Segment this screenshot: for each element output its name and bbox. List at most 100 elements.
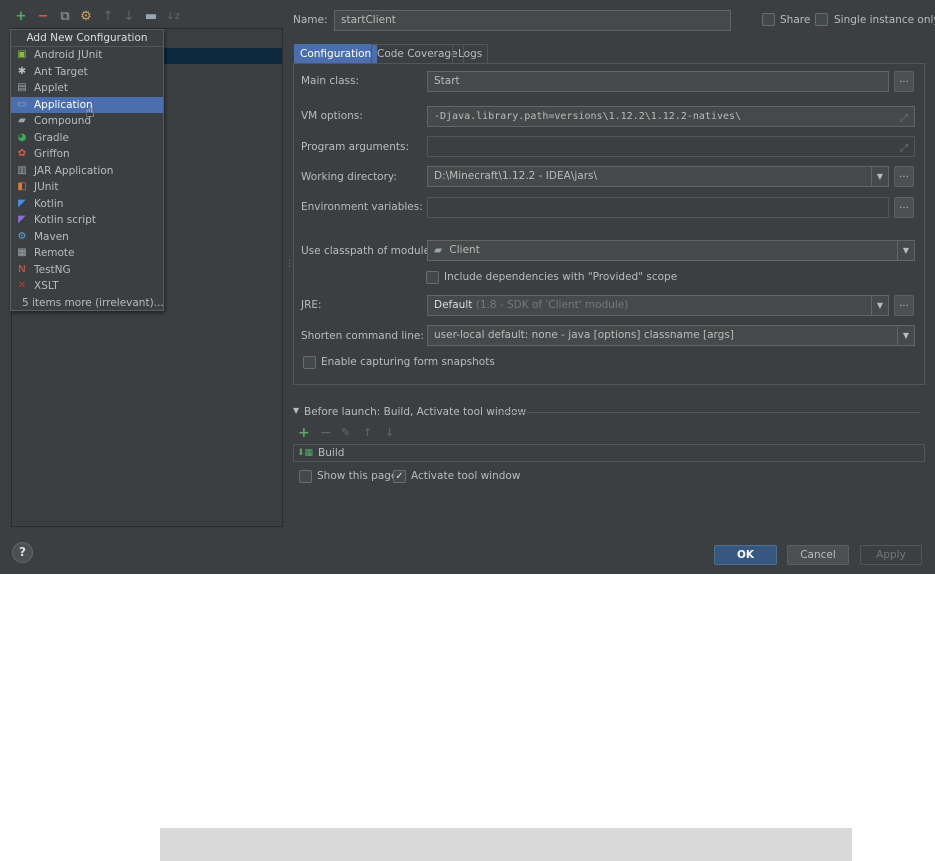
tree-selected-row[interactable] bbox=[163, 48, 282, 64]
activate-tool-window-checkbox[interactable]: ✓ bbox=[393, 470, 406, 483]
environment-variables-button[interactable]: ... bbox=[894, 197, 914, 218]
name-label: Name: bbox=[293, 14, 328, 26]
working-directory-label: Working directory: bbox=[301, 171, 397, 183]
shorten-command-line-combo[interactable]: user-local default: none - java [options… bbox=[427, 325, 915, 346]
move-down-icon[interactable]: ↓ bbox=[122, 10, 136, 24]
jre-value: Default bbox=[434, 299, 473, 311]
environment-variables-label: Environment variables: bbox=[301, 201, 423, 213]
share-label: Share bbox=[780, 14, 811, 26]
kotlin-icon: ◤ bbox=[18, 197, 26, 209]
vm-options-value: -Djava.library.path=versions\1.12.2\1.12… bbox=[434, 111, 742, 122]
griffon-icon: ✿ bbox=[17, 148, 27, 159]
activate-tool-window-label: Activate tool window bbox=[411, 470, 521, 482]
hand-cursor-icon: ☝ bbox=[85, 102, 95, 121]
popup-item[interactable]: ▤ Applet bbox=[11, 80, 163, 97]
popup-item[interactable]: ◤ Kotlin bbox=[11, 196, 163, 213]
popup-item[interactable]: 5 items more (irrelevant)... bbox=[11, 295, 164, 312]
ok-button[interactable]: OK bbox=[714, 545, 777, 565]
chevron-down-icon[interactable]: ▼ bbox=[871, 296, 888, 315]
apply-button[interactable]: Apply bbox=[860, 545, 922, 565]
list-item[interactable]: ⬇▦ Build bbox=[294, 445, 924, 461]
vm-options-field[interactable]: -Djava.library.path=versions\1.12.2\1.12… bbox=[427, 106, 915, 127]
application-icon: ▭ bbox=[17, 98, 27, 110]
chevron-down-icon[interactable]: ▼ bbox=[897, 241, 914, 260]
add-task-icon[interactable]: + bbox=[298, 425, 310, 441]
jre-label: JRE: bbox=[301, 299, 322, 311]
share-checkbox[interactable] bbox=[762, 13, 775, 26]
move-task-up-icon[interactable]: ↑ bbox=[363, 426, 372, 439]
expand-icon[interactable]: ⤢ bbox=[900, 109, 908, 126]
popup-item[interactable]: ▦ Remote bbox=[11, 245, 163, 262]
module-folder-icon: ▰ bbox=[434, 244, 443, 256]
copy-icon[interactable]: ⧉ bbox=[58, 10, 72, 24]
popup-item[interactable]: ⚙ Maven bbox=[11, 229, 163, 246]
tab-logs[interactable]: Logs bbox=[452, 44, 489, 63]
popup-item-label: TestNG bbox=[34, 263, 71, 276]
popup-item-label: Remote bbox=[34, 247, 75, 259]
popup-item[interactable]: ▥ JAR Application bbox=[11, 163, 163, 180]
main-class-field[interactable]: Start bbox=[427, 71, 889, 92]
before-launch-list: ⬇▦ Build bbox=[293, 444, 925, 462]
android-junit-icon: ▣ bbox=[17, 49, 27, 60]
show-page-label: Show this page bbox=[317, 470, 398, 482]
xslt-icon: ✕ bbox=[17, 280, 27, 291]
expand-icon[interactable]: ⤢ bbox=[900, 139, 908, 156]
bottom-gray-bar bbox=[160, 828, 852, 861]
edit-task-icon[interactable]: ✎ bbox=[341, 426, 350, 439]
help-icon[interactable]: ? bbox=[12, 542, 33, 563]
popup-item-label: Application bbox=[34, 98, 93, 111]
section-divider bbox=[500, 412, 920, 413]
add-icon[interactable]: + bbox=[14, 10, 28, 24]
working-directory-combo[interactable]: D:\Minecraft\1.12.2 - IDEA\jars\ ▼ bbox=[427, 166, 889, 187]
main-class-browse-button[interactable]: ... bbox=[894, 71, 914, 92]
popup-item[interactable]: ◕ Gradle bbox=[11, 130, 163, 147]
cancel-button[interactable]: Cancel bbox=[787, 545, 849, 565]
popup-item[interactable]: ◧ JUnit bbox=[11, 179, 163, 196]
testng-icon: N bbox=[18, 263, 26, 275]
jre-combo[interactable]: Default (1.8 - SDK of 'Client' module) ▼ bbox=[427, 295, 889, 316]
include-dependencies-checkbox[interactable] bbox=[426, 271, 439, 284]
single-instance-checkbox[interactable] bbox=[815, 13, 828, 26]
move-task-down-icon[interactable]: ↓ bbox=[385, 426, 394, 439]
popup-item[interactable]: ◤ Kotlin script bbox=[11, 212, 163, 229]
remove-task-icon[interactable]: − bbox=[320, 425, 332, 441]
jre-browse-button[interactable]: ... bbox=[894, 295, 914, 316]
program-arguments-label: Program arguments: bbox=[301, 141, 409, 153]
popup-item-label: Ant Target bbox=[34, 65, 88, 78]
main-class-label: Main class: bbox=[301, 75, 360, 87]
chevron-down-icon[interactable]: ▼ bbox=[871, 167, 888, 186]
settings-icon[interactable]: ⚙ bbox=[79, 10, 93, 24]
before-launch-title: Before launch: Build, Activate tool wind… bbox=[304, 406, 527, 418]
remove-icon[interactable]: − bbox=[36, 10, 50, 24]
working-directory-browse-button[interactable]: ... bbox=[894, 166, 914, 187]
collapse-triangle-icon[interactable]: ▼ bbox=[293, 406, 299, 415]
popup-item-label: JAR Application bbox=[34, 164, 114, 177]
sort-icon[interactable]: ↓z bbox=[166, 10, 180, 24]
popup-item[interactable]: ▣ Android JUnit bbox=[11, 47, 163, 64]
popup-item-label: 5 items more (irrelevant)... bbox=[22, 296, 164, 309]
classpath-combo[interactable]: ▰ Client ▼ bbox=[427, 240, 915, 261]
folder-icon[interactable]: ▬ bbox=[144, 10, 158, 24]
popup-item[interactable]: ✱ Ant Target bbox=[11, 64, 163, 81]
vm-options-label: VM options: bbox=[301, 110, 363, 122]
tab-configuration[interactable]: Configuration bbox=[294, 44, 378, 63]
show-page-checkbox[interactable] bbox=[299, 470, 312, 483]
environment-variables-field[interactable] bbox=[427, 197, 889, 218]
add-new-configuration-popup: Add New Configuration ▣ Android JUnit ✱ Ant… bbox=[10, 29, 164, 311]
popup-item-label: Kotlin bbox=[34, 197, 64, 210]
capture-snapshots-checkbox[interactable] bbox=[303, 356, 316, 369]
popup-item[interactable]: ✕ XSLT bbox=[11, 278, 163, 295]
name-field[interactable]: startClient bbox=[334, 10, 731, 31]
shorten-command-line-value: user-local default: none - java [options… bbox=[434, 329, 734, 341]
popup-item-label: Compound bbox=[34, 115, 92, 127]
chevron-down-icon[interactable]: ▼ bbox=[897, 326, 914, 345]
single-instance-label: Single instance only bbox=[834, 14, 935, 26]
popup-item-label: Gradle bbox=[34, 131, 69, 144]
popup-item[interactable]: N TestNG bbox=[11, 262, 163, 279]
popup-item-label: JUnit bbox=[34, 181, 59, 193]
tab-code-coverage[interactable]: Code Coverage bbox=[371, 44, 464, 63]
popup-item[interactable]: ✿ Griffon bbox=[11, 146, 163, 163]
popup-item-label: Kotlin script bbox=[34, 214, 96, 226]
move-up-icon[interactable]: ↑ bbox=[101, 10, 115, 24]
program-arguments-field[interactable]: ⤢ bbox=[427, 136, 915, 157]
